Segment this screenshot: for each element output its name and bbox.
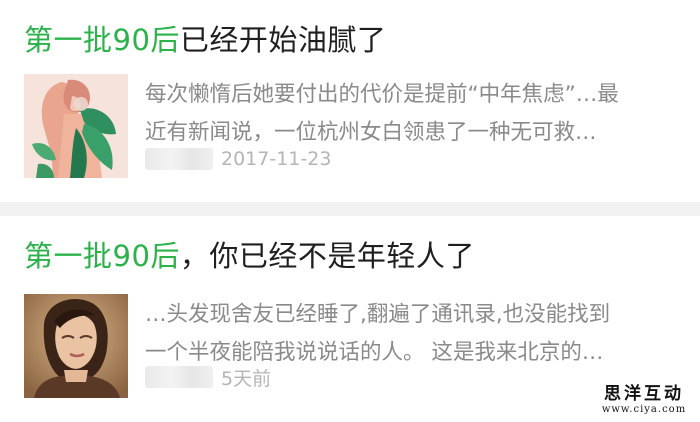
- title-highlight: 第一批90后: [24, 23, 180, 57]
- title-text: 已经开始油腻了: [179, 23, 387, 57]
- publish-date: 2017-11-23: [221, 148, 332, 170]
- publish-date: 5天前: [221, 367, 272, 390]
- watermark-title: 思洋互动: [604, 384, 684, 404]
- snippet-line: …头发现舍友已经睡了,翻遍了通讯录,也没能找到: [145, 302, 611, 327]
- title-text: ，你已经不是年轻人了: [179, 239, 475, 273]
- article-card[interactable]: 第一批90后已经开始油腻了 每次懒惰后她要付出的代价是提前“中年焦虑”…最 近有…: [0, 0, 700, 202]
- article-meta: 5天前: [145, 364, 271, 390]
- article-meta: 2017-11-23: [145, 146, 331, 172]
- blurred-source-name: [145, 366, 213, 388]
- site-watermark: 思洋互动 www.ciya.com: [596, 384, 692, 416]
- article-title[interactable]: 第一批90后，你已经不是年轻人了: [24, 236, 475, 276]
- title-highlight: 第一批90后: [24, 239, 180, 273]
- article-thumbnail[interactable]: [24, 294, 128, 398]
- blurred-source-name: [145, 148, 213, 170]
- watermark-url: www.ciya.com: [601, 404, 687, 415]
- portrait-woman-image: [24, 294, 128, 398]
- article-thumbnail[interactable]: [24, 74, 128, 178]
- article-card[interactable]: 第一批90后，你已经不是年轻人了 …头发现舍友已经睡了,翻遍了通讯录,也没能找到…: [0, 216, 700, 422]
- article-snippet: …头发现舍友已经睡了,翻遍了通讯录,也没能找到 一个半夜能陪我说说话的人。 这是…: [145, 296, 675, 372]
- article-title[interactable]: 第一批90后已经开始油腻了: [24, 20, 386, 60]
- snippet-line: 每次懒惰后她要付出的代价是提前“中年焦虑”…最: [145, 82, 619, 107]
- article-snippet: 每次懒惰后她要付出的代价是提前“中年焦虑”…最 近有新闻说，一位杭州女白领患了一…: [145, 76, 675, 152]
- illustration-woman-plant-image: [24, 74, 128, 178]
